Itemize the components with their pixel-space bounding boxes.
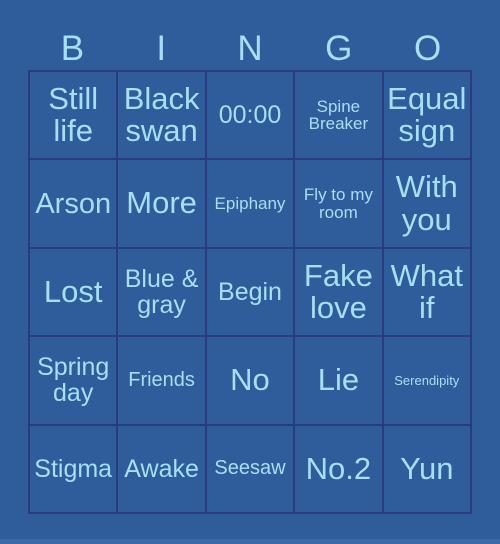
bingo-cell-label: Serendipity xyxy=(394,372,460,388)
bingo-cell-label: No.2 xyxy=(305,450,372,486)
bingo-cell[interactable]: Yun xyxy=(383,425,472,514)
bingo-cell-label: What if xyxy=(390,257,463,325)
bingo-grid: Still life Black swan 00:00 Spine Breaker Eq… xyxy=(28,70,472,514)
bingo-cell-label: More xyxy=(126,185,197,221)
bingo-cell[interactable]: 00:00 xyxy=(206,72,296,161)
bingo-cell-label: Spring day xyxy=(37,353,110,408)
bingo-cell-label: Awake xyxy=(124,454,199,483)
bingo-cell-label: Stigma xyxy=(34,454,113,483)
bingo-cell[interactable]: With you xyxy=(383,160,472,249)
bingo-cell-label: Lie xyxy=(317,362,360,398)
bingo-cell-label: Begin xyxy=(218,277,282,306)
bingo-cell-label: Friends xyxy=(128,368,195,391)
bingo-cell[interactable]: Spine Breaker xyxy=(295,72,384,161)
bingo-cell[interactable]: Fly to my room xyxy=(295,160,384,249)
bingo-cell[interactable]: Epiphany xyxy=(206,160,296,249)
bingo-cell-label: Lost xyxy=(43,273,103,309)
bottom-edge-strip xyxy=(0,539,500,544)
bingo-header-letter-g: G xyxy=(325,28,353,68)
bingo-cell[interactable]: Begin xyxy=(206,248,296,338)
bingo-cell[interactable]: What if xyxy=(383,248,472,338)
bingo-header-row: B I N G O xyxy=(28,26,472,70)
bingo-card: B I N G O Still life Black swan 00:00 Spine… xyxy=(0,0,500,539)
bingo-cell-label: Blue & gray xyxy=(124,264,199,319)
bingo-cell[interactable]: Arson xyxy=(30,160,119,249)
bingo-cell[interactable]: Equal sign xyxy=(383,72,472,161)
bingo-cell-label: No xyxy=(230,362,270,398)
bingo-cell-label: Fly to my room xyxy=(303,184,373,222)
bingo-header-letter-i: I xyxy=(156,28,167,68)
bingo-cell-label: Black swan xyxy=(123,80,200,149)
bingo-cell-label: Yun xyxy=(400,450,454,486)
bingo-header-letter-o: O xyxy=(413,28,442,68)
bingo-header-letter-b: B xyxy=(60,28,85,68)
bingo-cell-label: Spine Breaker xyxy=(308,96,369,134)
bingo-cell[interactable]: Fake love xyxy=(295,248,384,338)
bingo-cell[interactable]: Lost xyxy=(30,248,119,338)
bingo-cell[interactable]: Awake xyxy=(118,425,207,514)
bingo-cell[interactable]: Lie xyxy=(295,337,384,426)
bingo-cell[interactable]: No xyxy=(206,337,296,426)
bingo-header-letter-n: N xyxy=(237,28,263,68)
bingo-cell[interactable]: Serendipity xyxy=(383,337,472,426)
bingo-cell[interactable]: Still life xyxy=(30,72,119,161)
bingo-cell-label: Equal sign xyxy=(387,80,467,149)
bingo-cell[interactable]: Spring day xyxy=(30,337,119,426)
bingo-cell[interactable]: No.2 xyxy=(295,425,384,514)
bingo-cell[interactable]: Seesaw xyxy=(206,425,296,514)
bingo-cell[interactable]: Stigma xyxy=(30,425,119,514)
bingo-cell-label: Still life xyxy=(48,80,99,149)
bingo-cell[interactable]: More xyxy=(118,160,207,249)
bingo-cell-label: 00:00 xyxy=(218,101,282,130)
bingo-cell-label: With you xyxy=(395,169,458,237)
bingo-cell[interactable]: Friends xyxy=(118,337,207,426)
bingo-cell[interactable]: Blue & gray xyxy=(118,248,207,338)
bingo-cell-label: Arson xyxy=(35,187,112,220)
bingo-cell[interactable]: Black swan xyxy=(118,72,207,161)
bingo-cell-label: Epiphany xyxy=(214,193,286,213)
bingo-cell-label: Seesaw xyxy=(214,457,286,480)
bingo-cell-label: Fake love xyxy=(303,257,373,325)
